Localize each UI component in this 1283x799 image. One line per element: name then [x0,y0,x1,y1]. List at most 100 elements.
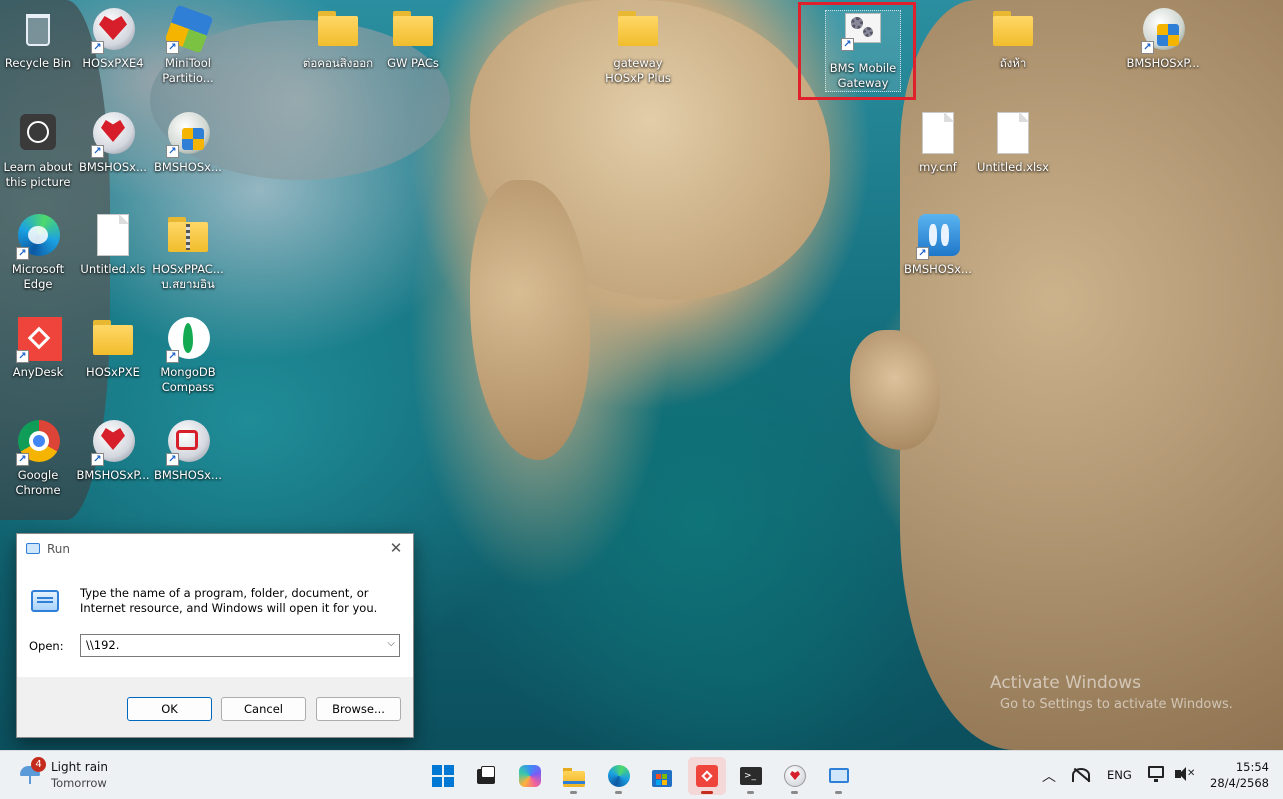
active-indicator [701,791,713,794]
folder-icon [563,765,585,787]
bms-shield-icon: ↗ [1139,6,1187,54]
bms-app-icon [784,765,806,787]
run-app-icon [828,765,850,787]
task-view-button[interactable] [467,757,505,795]
folder-icon [989,6,1037,54]
start-button[interactable] [424,757,462,795]
file-explorer-button[interactable] [555,757,593,795]
run-titlebar[interactable]: Run ✕ [17,534,413,564]
gw-pacs-folder[interactable]: GW PACs [375,6,451,71]
anydesk-shortcut[interactable]: ↗ AnyDesk [0,315,76,380]
edge-taskbar-button[interactable] [600,757,638,795]
learn-about-picture-shortcut[interactable]: Learn about this picture [0,110,76,190]
copilot-button[interactable] [511,757,549,795]
running-indicator [615,791,622,794]
ok-button[interactable]: OK [127,697,212,721]
terminal-button[interactable]: >_ [732,757,770,795]
cancel-button[interactable]: Cancel [221,697,306,721]
browse-button[interactable]: Browse... [316,697,401,721]
wallpaper-rock [850,330,940,450]
edge-icon [608,765,630,787]
store-bag-icon [651,765,673,787]
untitled-xls-file[interactable]: Untitled.xls [75,212,151,277]
bmshosx-1-shortcut[interactable]: ↗ BMSHOSx... [75,110,151,175]
hosxppac-folder[interactable]: HOSxPPAC... บ.สยามอินเต... [150,212,226,294]
minitool-icon: ↗ [164,4,214,54]
folder-icon [389,6,437,54]
watermark-title: Activate Windows [990,673,1141,693]
language-indicator[interactable]: ENG [1107,768,1132,782]
chrome-icon: ↗ [14,418,62,466]
hosxpxe4-shortcut[interactable]: ↗ HOSxPXE4 [75,6,151,71]
chevron-up-icon[interactable]: ︿ [1042,766,1056,786]
running-indicator [791,791,798,794]
copilot-icon [519,765,541,787]
bms-lungs-icon: ↗ [914,212,962,260]
run-dialog-body: Type the name of a program, folder, docu… [17,564,413,677]
volume-muted-icon[interactable]: ✕ [1175,765,1195,783]
anydesk-icon: ↗ [14,315,62,363]
chrome-shortcut[interactable]: ↗ Google Chrome [0,418,76,498]
anydesk-taskbar-button[interactable] [688,757,726,795]
folder-icon [314,6,362,54]
folder-icon [614,6,662,54]
minitool-shortcut[interactable]: ↗ MiniTool Partitio... [150,4,226,86]
desktop[interactable]: Recycle Bin Learn about this picture ↗ M… [0,0,1283,750]
document-file-icon [989,110,1037,158]
windows-logo-icon [432,765,454,787]
edge-icon: ↗ [14,212,62,260]
anydesk-icon [696,765,718,787]
bms-tool-icon: ↗ [164,418,212,466]
my-cnf-file[interactable]: my.cnf [900,110,976,175]
document-file-icon [89,212,137,260]
bms-heart-icon: ↗ [89,418,137,466]
taskbar: 4 Light rain Tomorrow >_ ︿ ENG ✕ 15:54 2… [0,750,1283,799]
bmshosxp-top-right-shortcut[interactable]: ↗ BMSHOSxP... [1125,6,1201,71]
bms-shield-icon: ↗ [164,110,212,158]
clock-date: 28/4/2568 [1210,776,1269,790]
running-indicator [747,791,754,794]
run-command-input[interactable]: \\192. ⌵ [80,634,400,657]
bmshosx-4-shortcut[interactable]: ↗ BMSHOSx... [150,418,226,483]
run-description: Type the name of a program, folder, docu… [80,586,378,615]
clock-time: 15:54 [1235,760,1269,774]
mongodb-leaf-icon: ↗ [164,315,212,363]
open-label: Open: [29,639,64,653]
hosxpxe-folder[interactable]: HOSxPXE [75,315,151,380]
running-indicator [570,791,577,794]
recycle-bin-shortcut[interactable]: Recycle Bin [0,6,76,71]
hosxp-red-icon: ↗ [89,6,137,54]
run-input-value: \\192. [86,638,120,652]
bmshosx-right-shortcut[interactable]: ↗ BMSHOSx... [900,212,976,277]
thai-folder-2[interactable]: ถังห้า [975,6,1051,71]
run-taskbar-button[interactable] [820,757,858,795]
chevron-down-icon[interactable]: ⌵ [387,638,395,649]
run-app-icon [26,543,40,554]
weather-widget[interactable]: 4 Light rain Tomorrow [18,757,138,794]
folder-icon [89,315,137,363]
system-clock[interactable]: 15:54 28/4/2568 [1210,759,1269,791]
edge-shortcut[interactable]: ↗ Microsoft Edge [0,212,76,292]
activate-windows-watermark: Activate Windows Go to Settings to activ… [990,672,1233,716]
network-icon[interactable] [1072,766,1092,784]
gateway-hosxp-plus-folder[interactable]: gateway HOSxP Plus [600,6,676,86]
monitor-icon[interactable] [1148,765,1168,783]
task-view-icon [475,765,497,787]
bms-taskbar-button[interactable] [776,757,814,795]
thai-folder-1[interactable]: ต่อคอนสิ่งออก [300,6,376,71]
mongodb-compass-shortcut[interactable]: ↗ MongoDB Compass [150,315,226,395]
running-indicator [835,791,842,794]
recycle-bin-icon [14,6,62,54]
weather-badge: 4 [31,757,46,772]
run-dialog-title: Run [47,542,71,556]
run-dialog: Run ✕ Type the name of a program, folder… [16,533,414,738]
untitled-xlsx-file[interactable]: Untitled.xlsx [975,110,1051,175]
bmshosx-2-shortcut[interactable]: ↗ BMSHOSx... [150,110,226,175]
bms-heart-icon: ↗ [89,110,137,158]
close-icon[interactable]: ✕ [387,539,405,557]
zip-folder-icon [164,212,212,260]
store-button[interactable] [643,757,681,795]
weather-condition: Light rain [51,760,108,774]
bmshosxp-3-shortcut[interactable]: ↗ BMSHOSxP... [75,418,151,483]
highlight-box [798,2,916,100]
